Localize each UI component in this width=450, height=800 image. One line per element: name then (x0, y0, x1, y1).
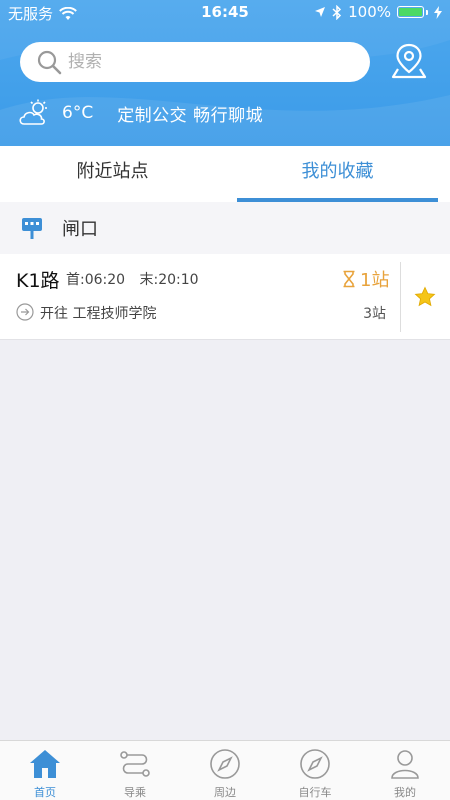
charging-icon (434, 5, 442, 19)
hourglass-icon (343, 270, 355, 288)
star-icon[interactable] (414, 286, 436, 308)
eta-text: 1站 (360, 270, 390, 291)
route-icon (120, 751, 150, 777)
bus-stop-icon (22, 218, 42, 239)
eta-badge: 1站 (342, 266, 389, 292)
station-name: 闸口 (62, 219, 98, 240)
header: 无服务 16:45 100% 搜索 6°C 定制公交 畅行聊城 (0, 0, 450, 146)
tabbar-label: 导乘 (124, 786, 146, 799)
tabbar-label: 首页 (34, 786, 56, 799)
user-icon (391, 750, 419, 779)
tabbar-item-home[interactable]: 首页 (0, 741, 90, 800)
tabbar-item-bicycle[interactable]: 自行车 (270, 741, 360, 800)
tab-my-favorites[interactable]: 我的收藏 (225, 146, 450, 202)
station-header[interactable]: 闸口 (0, 202, 450, 254)
tabbar-label: 周边 (214, 786, 236, 799)
search-input[interactable] (68, 52, 348, 72)
location-arrow-icon (315, 7, 326, 17)
tabbar-item-guide[interactable]: 导乘 (90, 741, 180, 800)
partly-cloudy-icon (19, 99, 47, 125)
tab-bar-top: 附近站点 我的收藏 (0, 146, 450, 202)
first-bus-time: 首:06:20 (66, 272, 126, 288)
route-name: K1路 (16, 270, 60, 292)
tabbar-item-nearby[interactable]: 周边 (180, 741, 270, 800)
route-card[interactable]: K1路 首:06:20 末:20:10 开往 工程技师学院 1站 3站 (0, 254, 450, 340)
search-bar[interactable] (20, 42, 370, 82)
tab-nearby-stations[interactable]: 附近站点 (0, 146, 225, 202)
battery-percent: 100% (348, 3, 391, 21)
compass-icon (210, 749, 240, 779)
card-divider (400, 262, 401, 332)
bluetooth-icon (332, 4, 342, 20)
last-bus-time: 末:20:10 (139, 272, 199, 288)
status-bar: 无服务 16:45 100% (0, 0, 450, 24)
tabbar-label: 自行车 (298, 786, 332, 799)
compass-icon (300, 749, 330, 779)
temperature: 6°C (62, 103, 94, 123)
location-pin-icon[interactable] (390, 42, 428, 80)
search-icon (37, 50, 62, 75)
route-direction: 开往 工程技师学院 (40, 306, 157, 322)
tabbar-label: 我的 (394, 786, 416, 799)
battery-icon (397, 6, 424, 18)
home-icon (30, 750, 60, 778)
bottom-tab-bar: 首页 导乘 周边 自行车 我的 (0, 740, 450, 800)
tabbar-item-me[interactable]: 我的 (360, 741, 450, 800)
route-times: 首:06:20 末:20:10 (66, 269, 209, 289)
stops-count: 3站 (363, 306, 386, 322)
arrow-right-circle-icon (16, 303, 34, 321)
slogan: 定制公交 畅行聊城 (117, 105, 264, 126)
weather-bar: 6°C 定制公交 畅行聊城 (18, 98, 263, 128)
